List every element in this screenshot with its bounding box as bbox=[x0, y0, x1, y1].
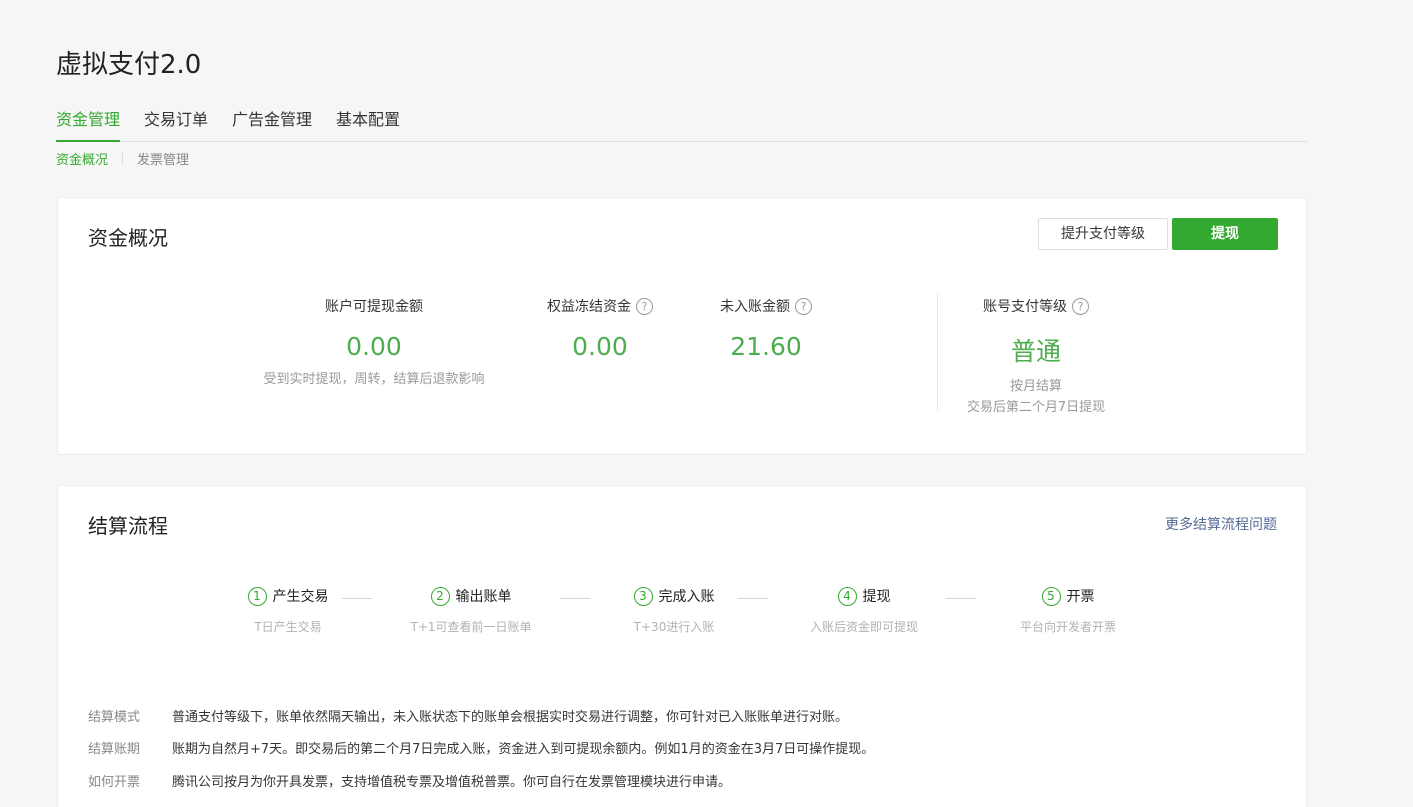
page-title: 虚拟支付2.0 bbox=[56, 50, 202, 80]
info-row: 结算账期 账期为自然月+7天。即交易后的第二个月7日完成入账，资金进入到可提现余… bbox=[88, 738, 874, 757]
stat-note: 按月结算 bbox=[1009, 379, 1062, 394]
subtab-fund-overview[interactable]: 资金概况 bbox=[56, 149, 108, 168]
tab-transaction-orders[interactable]: 交易订单 bbox=[144, 108, 208, 142]
step-item: 2 输出账单 T+1可查看前一日账单 bbox=[396, 586, 546, 635]
stat-value: 0.00 bbox=[572, 332, 628, 361]
tab-fund-management[interactable]: 资金管理 bbox=[56, 108, 121, 142]
payment-level-value: 普通 bbox=[1010, 337, 1061, 366]
stat-payment-level: 账号支付等级 ? 普通 按月结算 交易后第二个月7日提现 bbox=[946, 296, 1126, 418]
step-number: 4 bbox=[837, 586, 857, 606]
upgrade-payment-level-button[interactable]: 提升支付等级 bbox=[1038, 218, 1168, 250]
step-desc: 入账后资金即可提现 bbox=[809, 620, 918, 634]
help-icon[interactable]: ? bbox=[636, 297, 653, 315]
step-item: 3 完成入账 T+30进行入账 bbox=[614, 586, 734, 635]
stat-value: 21.60 bbox=[730, 332, 802, 361]
stat-note: 受到实时提现，周转，结算后退款影响 bbox=[263, 372, 485, 387]
info-key: 如何开票 bbox=[88, 775, 141, 790]
withdraw-button[interactable]: 提现 bbox=[1172, 218, 1278, 250]
stat-value: 0.00 bbox=[346, 332, 402, 361]
info-value: 普通支付等级下，账单依然隔天输出，未入账状态下的账单会根据实时交易进行调整，你可… bbox=[172, 710, 849, 725]
info-key: 结算账期 bbox=[88, 742, 141, 757]
stat-label: 权益冻结资金 bbox=[547, 299, 631, 315]
step-desc: T日产生交易 bbox=[254, 620, 322, 634]
step-title: 提现 bbox=[862, 589, 891, 605]
step-desc: 平台向开发者开票 bbox=[1019, 620, 1116, 634]
stat-label: 账户可提现金额 bbox=[325, 299, 423, 315]
step-connector bbox=[738, 598, 768, 599]
step-desc: T+30进行入账 bbox=[633, 620, 715, 634]
step-title: 开票 bbox=[1066, 589, 1095, 605]
stat-label: 未入账金额 bbox=[720, 299, 790, 315]
step-number: 5 bbox=[1041, 586, 1061, 606]
step-number: 3 bbox=[633, 586, 653, 606]
stat-frozen: 权益冻结资金 ? 0.00 bbox=[520, 296, 680, 361]
step-connector bbox=[946, 598, 976, 599]
stat-withdrawable: 账户可提现金额 0.00 受到实时提现，周转，结算后退款影响 bbox=[244, 296, 504, 390]
tab-basic-config[interactable]: 基本配置 bbox=[336, 108, 400, 142]
subtab-divider bbox=[122, 152, 124, 165]
info-row: 如何开票 腾讯公司按月为你开具发票，支持增值税专票及增值税普票。你可自行在发票管… bbox=[88, 771, 731, 790]
help-icon[interactable]: ? bbox=[1072, 297, 1089, 315]
help-icon[interactable]: ? bbox=[795, 297, 812, 315]
subtab-invoice-management[interactable]: 发票管理 bbox=[137, 149, 189, 168]
sub-tabs: 资金概况 发票管理 bbox=[56, 149, 189, 168]
step-item: 4 提现 入账后资金即可提现 bbox=[794, 586, 934, 635]
more-settlement-questions-link[interactable]: 更多结算流程问题 bbox=[1165, 514, 1277, 534]
step-title: 完成入账 bbox=[658, 589, 715, 605]
vertical-divider bbox=[937, 294, 938, 410]
card-title: 结算流程 bbox=[88, 514, 168, 538]
info-key: 结算模式 bbox=[88, 710, 141, 725]
step-connector bbox=[560, 598, 590, 599]
info-value: 腾讯公司按月为你开具发票，支持增值税专票及增值税普票。你可自行在发票管理模块进行… bbox=[172, 775, 732, 790]
step-title: 输出账单 bbox=[455, 589, 512, 605]
fund-overview-card: 资金概况 提升支付等级 提现 账户可提现金额 0.00 受到实时提现，周转，结算… bbox=[57, 197, 1307, 455]
step-title: 产生交易 bbox=[272, 589, 329, 605]
step-number: 2 bbox=[430, 586, 450, 606]
info-value: 账期为自然月+7天。即交易后的第二个月7日完成入账，资金进入到可提现余额内。例如… bbox=[172, 742, 875, 757]
tab-ad-fund-management[interactable]: 广告金管理 bbox=[232, 108, 312, 142]
stat-label: 账号支付等级 bbox=[983, 299, 1067, 315]
card-title: 资金概况 bbox=[88, 226, 168, 250]
step-number: 1 bbox=[247, 586, 267, 606]
settlement-card: 结算流程 更多结算流程问题 1 产生交易 T日产生交易 2 输出账单 T+1可查… bbox=[57, 485, 1307, 807]
step-item: 1 产生交易 T日产生交易 bbox=[218, 586, 358, 635]
stat-note: 交易后第二个月7日提现 bbox=[966, 400, 1106, 415]
info-row: 结算模式 普通支付等级下，账单依然隔天输出，未入账状态下的账单会根据实时交易进行… bbox=[88, 706, 848, 725]
main-tabs: 资金管理 交易订单 广告金管理 基本配置 bbox=[56, 108, 1307, 142]
stat-unsettled: 未入账金额 ? 21.60 bbox=[696, 296, 836, 361]
step-desc: T+1可查看前一日账单 bbox=[410, 620, 532, 634]
step-item: 5 开票 平台向开发者开票 bbox=[998, 586, 1138, 635]
